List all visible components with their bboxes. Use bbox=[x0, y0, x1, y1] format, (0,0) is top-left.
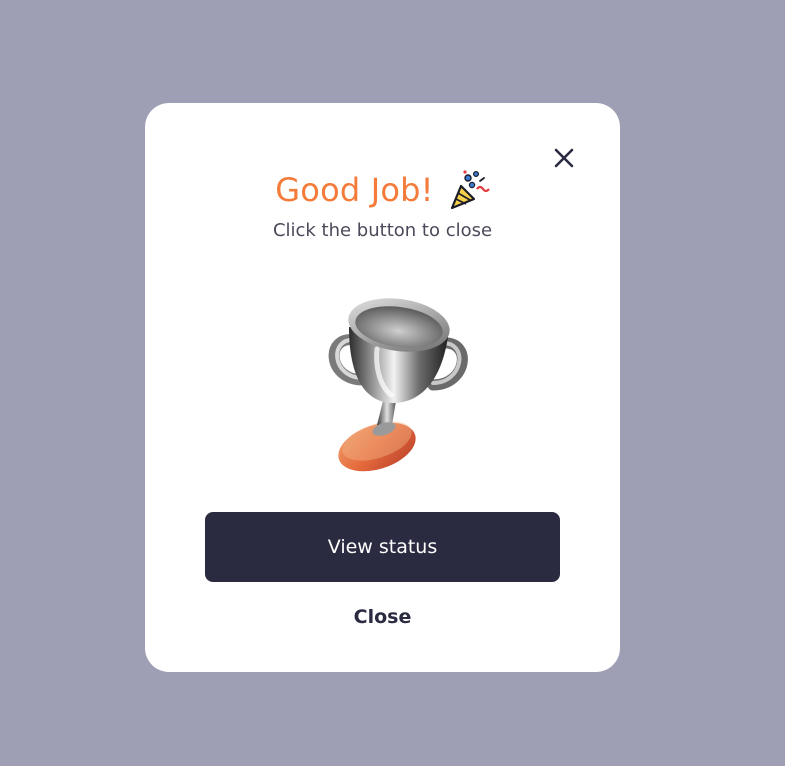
close-button[interactable]: Close bbox=[305, 597, 460, 637]
title-row: Good Job! bbox=[145, 166, 620, 214]
success-modal: Good Job! Click the button to close View… bbox=[145, 103, 620, 672]
modal-subtitle: Click the button to close bbox=[272, 220, 493, 241]
party-popper-icon bbox=[450, 170, 490, 210]
trophy-icon bbox=[328, 298, 468, 472]
view-status-button[interactable]: View status bbox=[205, 512, 560, 582]
modal-title: Good Job! bbox=[275, 171, 434, 209]
